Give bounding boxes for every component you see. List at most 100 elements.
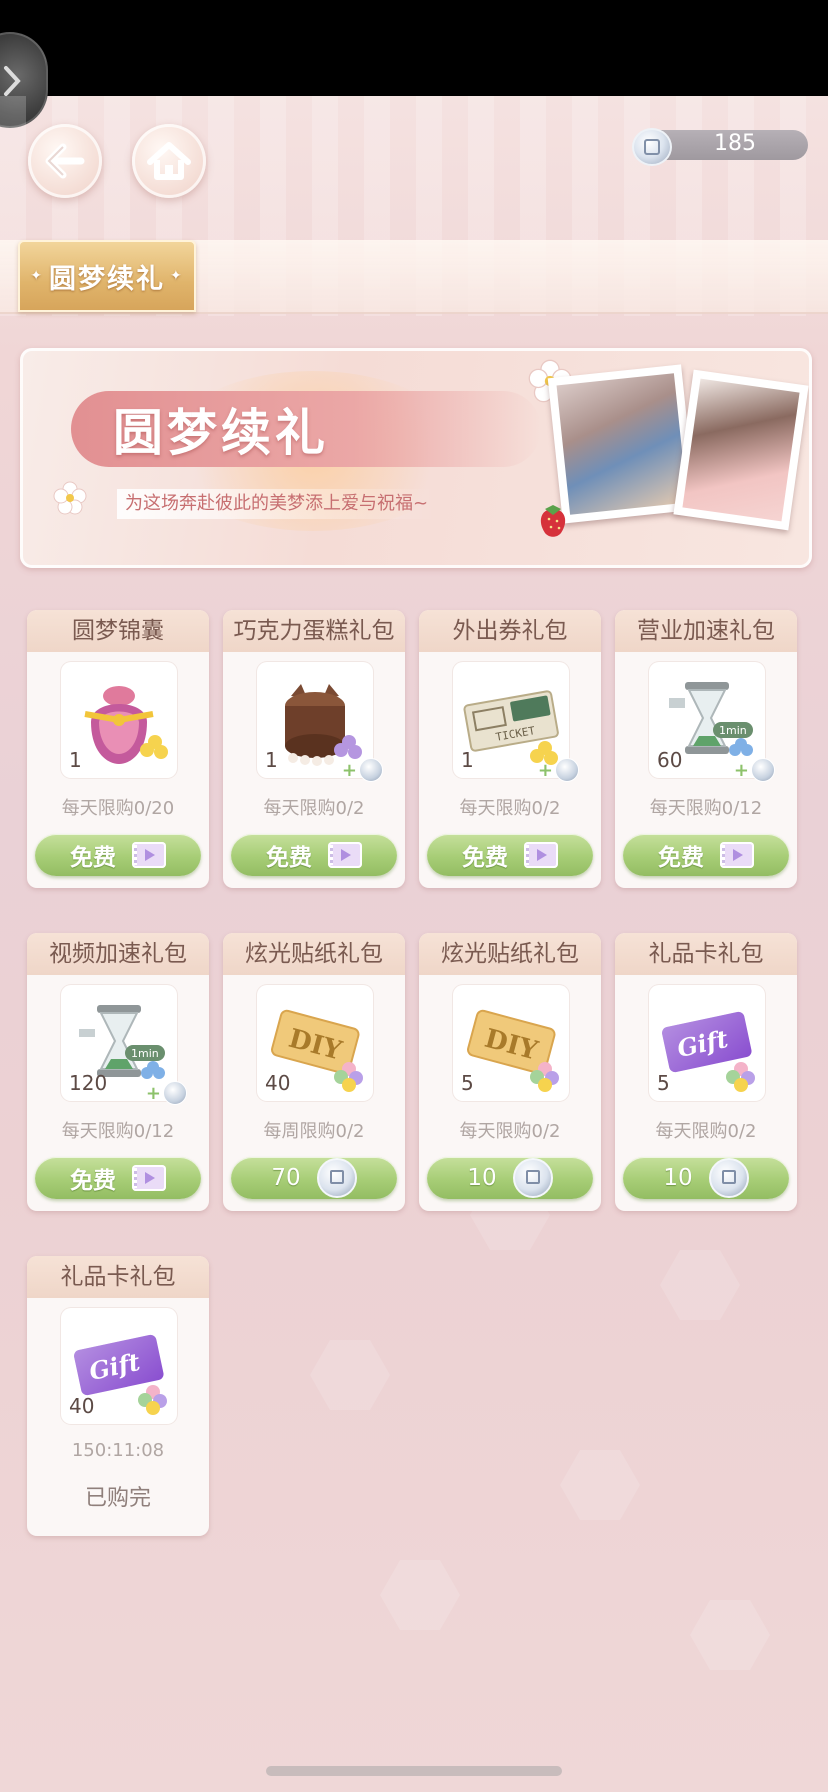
coin-buy-button[interactable]: 70 bbox=[231, 1157, 397, 1199]
gift-card[interactable]: 炫光贴纸礼包 DIY 5 每天限购0/2 10 bbox=[419, 933, 601, 1211]
item-slot[interactable]: 1min 60 + bbox=[649, 662, 775, 782]
video-ad-icon bbox=[720, 842, 754, 868]
purchase-limit: 每天限购0/12 bbox=[61, 1121, 175, 1142]
card-title: 外出券礼包 bbox=[419, 610, 601, 652]
gift-card[interactable]: 外出券礼包 TICKET 1 + 每天限购0/2 免费 bbox=[419, 610, 601, 888]
item-slot[interactable]: DIY 5 bbox=[453, 985, 569, 1101]
promo-banner: 圆梦续礼 为这场奔赴彼此的美梦添上爱与祝福~ bbox=[20, 348, 812, 568]
card-title: 礼品卡礼包 bbox=[615, 933, 797, 975]
back-button[interactable] bbox=[28, 124, 102, 198]
bonus-coin-badge: + bbox=[538, 758, 579, 782]
plus-icon: + bbox=[341, 759, 357, 781]
card-title: 视频加速礼包 bbox=[27, 933, 209, 975]
purchase-limit: 每周限购0/2 bbox=[263, 1121, 365, 1142]
strawberry-icon bbox=[540, 505, 566, 537]
sparkle-icon: ✦ bbox=[30, 268, 44, 284]
tab-label: 圆梦续礼 bbox=[49, 263, 165, 295]
button-label: 免费 bbox=[462, 845, 508, 871]
item-slot[interactable]: 1 bbox=[61, 662, 177, 778]
character-photo bbox=[673, 369, 809, 531]
bonus-coin-badge: + bbox=[146, 1081, 187, 1105]
sparkle-icon: ✦ bbox=[170, 268, 184, 284]
coin-icon bbox=[632, 128, 672, 166]
card-title: 礼品卡礼包 bbox=[27, 1256, 209, 1298]
gift-card[interactable]: 视频加速礼包 1min 120 + 每天限购0/12 免费 bbox=[27, 933, 209, 1211]
purchase-limit: 每天限购0/2 bbox=[459, 798, 561, 819]
hourglass-label: 1min bbox=[131, 1047, 159, 1060]
item-count: 60 bbox=[657, 748, 683, 772]
plus-icon: + bbox=[145, 1082, 161, 1104]
gift-card[interactable]: 圆梦锦囊 1 每天限购0/20 免费 bbox=[27, 610, 209, 888]
card-title: 炫光贴纸礼包 bbox=[419, 933, 601, 975]
item-slot[interactable]: 1 + bbox=[257, 662, 383, 782]
coin-icon bbox=[359, 758, 383, 782]
banner-title: 圆梦续礼 bbox=[113, 403, 329, 462]
tab-yuanmeng[interactable]: ✦ 圆梦续礼 ✦ bbox=[18, 240, 196, 312]
button-label: 免费 bbox=[266, 845, 312, 871]
gift-card[interactable]: 营业加速礼包 1min 60 + 每天限购0/12 免费 bbox=[615, 610, 797, 888]
video-ad-icon bbox=[328, 842, 362, 868]
back-arrow-icon bbox=[45, 143, 85, 179]
gift-card[interactable]: 炫光贴纸礼包 DIY 40 每周限购0/2 70 bbox=[223, 933, 405, 1211]
item-count: 1 bbox=[265, 748, 278, 772]
free-claim-button[interactable]: 免费 bbox=[623, 834, 789, 876]
item-count: 1 bbox=[69, 748, 82, 772]
item-count: 5 bbox=[657, 1071, 670, 1095]
free-claim-button[interactable]: 免费 bbox=[231, 834, 397, 876]
item-slot[interactable]: Gift 40 bbox=[61, 1308, 177, 1424]
gift-card[interactable]: 礼品卡礼包 Gift 5 每天限购0/2 10 bbox=[615, 933, 797, 1211]
price-label: 10 bbox=[467, 1165, 497, 1191]
price-label: 70 bbox=[271, 1165, 301, 1191]
character-photo bbox=[547, 364, 697, 524]
free-claim-button[interactable]: 免费 bbox=[427, 834, 593, 876]
coin-icon bbox=[512, 1158, 553, 1198]
purchase-limit: 每天限购0/20 bbox=[61, 798, 175, 819]
item-slot[interactable]: Gift 5 bbox=[649, 985, 765, 1101]
coin-icon bbox=[555, 758, 579, 782]
bonus-coin-badge: + bbox=[734, 758, 775, 782]
coin-icon bbox=[316, 1158, 357, 1198]
coin-buy-button[interactable]: 10 bbox=[623, 1157, 789, 1199]
home-button[interactable] bbox=[132, 124, 206, 198]
item-count: 120 bbox=[69, 1071, 108, 1095]
card-title: 炫光贴纸礼包 bbox=[223, 933, 405, 975]
video-ad-icon bbox=[132, 1165, 166, 1191]
item-slot[interactable]: 1min 120 + bbox=[61, 985, 187, 1105]
purchase-limit: 每天限购0/2 bbox=[655, 1121, 757, 1142]
card-title: 巧克力蛋糕礼包 bbox=[223, 610, 405, 652]
free-claim-button[interactable]: 免费 bbox=[35, 1157, 201, 1199]
item-count: 1 bbox=[461, 748, 474, 772]
item-slot[interactable]: TICKET 1 + bbox=[453, 662, 579, 782]
plus-icon: + bbox=[537, 759, 553, 781]
home-icon bbox=[147, 142, 191, 180]
coin-icon bbox=[708, 1158, 749, 1198]
gift-card[interactable]: 礼品卡礼包 Gift 40 150:11:08 已购完 bbox=[27, 1256, 209, 1536]
purchase-limit: 每天限购0/12 bbox=[649, 798, 763, 819]
coin-buy-button[interactable]: 10 bbox=[427, 1157, 593, 1199]
item-count: 40 bbox=[265, 1071, 291, 1095]
item-count: 5 bbox=[461, 1071, 474, 1095]
card-title: 圆梦锦囊 bbox=[27, 610, 209, 652]
flower-icon bbox=[53, 481, 87, 515]
purchase-limit: 每天限购0/2 bbox=[263, 798, 365, 819]
home-indicator[interactable] bbox=[266, 1766, 562, 1776]
coin-balance: 185 bbox=[714, 131, 756, 156]
chevron-right-icon bbox=[4, 66, 21, 96]
price-label: 10 bbox=[663, 1165, 693, 1191]
item-slot[interactable]: DIY 40 bbox=[257, 985, 373, 1101]
gift-card[interactable]: 巧克力蛋糕礼包 1 + 每天限购0/2 免费 bbox=[223, 610, 405, 888]
button-label: 免费 bbox=[658, 845, 704, 871]
sold-out-status: 已购完 bbox=[84, 1486, 151, 1511]
free-claim-button[interactable]: 免费 bbox=[35, 834, 201, 876]
coin-icon bbox=[751, 758, 775, 782]
button-label: 免费 bbox=[70, 845, 116, 871]
plus-icon: + bbox=[733, 759, 749, 781]
hourglass-label: 1min bbox=[719, 724, 747, 737]
video-ad-icon bbox=[524, 842, 558, 868]
banner-subtitle: 为这场奔赴彼此的美梦添上爱与祝福~ bbox=[117, 489, 437, 519]
card-title: 营业加速礼包 bbox=[615, 610, 797, 652]
item-count: 40 bbox=[69, 1394, 95, 1418]
bonus-coin-badge: + bbox=[342, 758, 383, 782]
purchase-limit: 每天限购0/2 bbox=[459, 1121, 561, 1142]
coin-icon bbox=[163, 1081, 187, 1105]
